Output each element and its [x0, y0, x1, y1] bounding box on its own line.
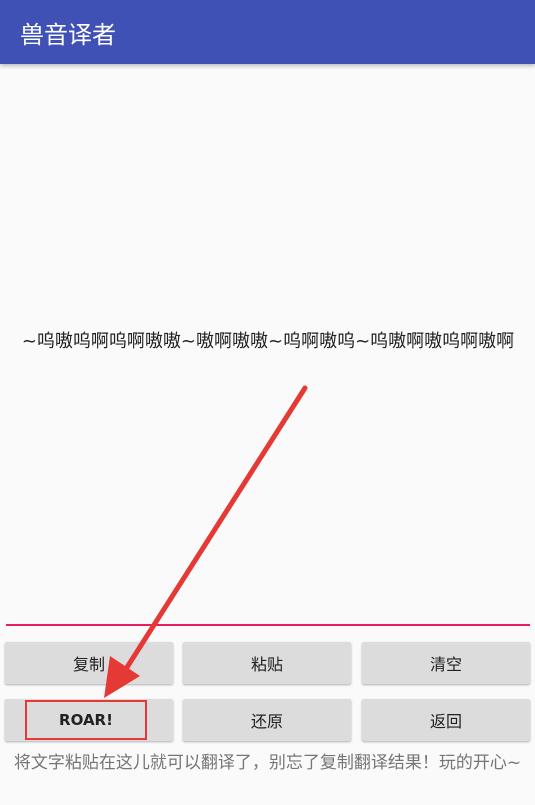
output-text-field[interactable]: ~呜嗷呜啊呜啊嗷嗷~嗷啊嗷嗷~呜啊嗷呜~呜嗷啊嗷呜啊嗷啊: [6, 64, 530, 624]
usage-hint: 将文字粘贴在这儿就可以翻译了，别忘了复制翻译结果！玩的开心~: [13, 753, 522, 773]
roar-button[interactable]: ROAR!: [25, 700, 147, 740]
back-button[interactable]: 返回: [362, 699, 530, 741]
clear-button[interactable]: 清空: [362, 642, 530, 684]
output-text: ~呜嗷呜啊呜啊嗷嗷~嗷啊嗷嗷~呜啊嗷呜~呜嗷啊嗷呜啊嗷啊: [21, 331, 515, 352]
app-bar: 兽音译者: [0, 0, 535, 64]
main-content: ~呜嗷呜啊呜啊嗷嗷~嗷啊嗷嗷~呜啊嗷呜~呜嗷啊嗷呜啊嗷啊 复制 粘贴 清空 RO…: [0, 64, 535, 805]
restore-button[interactable]: 还原: [183, 699, 351, 741]
paste-button[interactable]: 粘贴: [183, 642, 351, 684]
app-title: 兽音译者: [20, 20, 116, 49]
copy-button[interactable]: 复制: [5, 642, 173, 684]
text-field-underline: [6, 624, 530, 626]
